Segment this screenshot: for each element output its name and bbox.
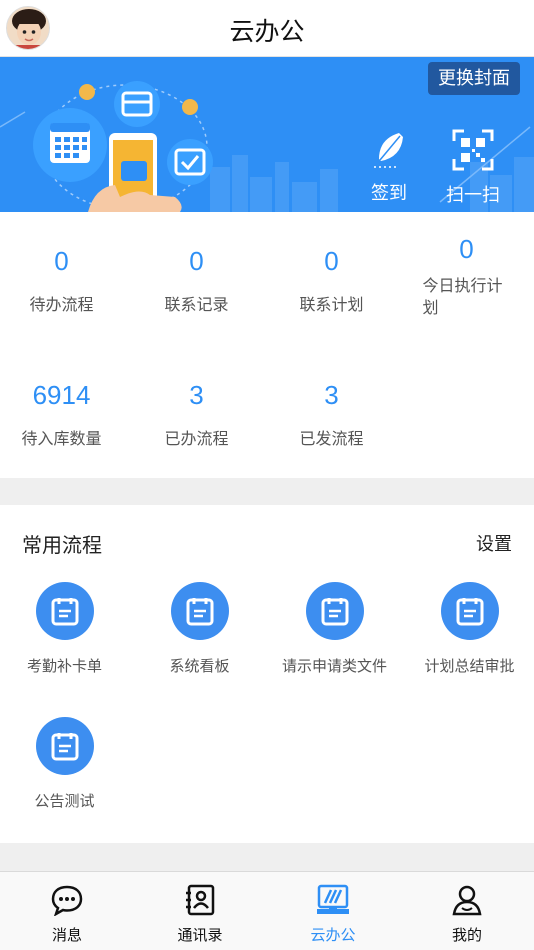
scan-label: 扫一扫 bbox=[446, 185, 500, 206]
stat-value: 0 bbox=[459, 234, 474, 264]
tab-mine[interactable]: 我的 bbox=[417, 884, 517, 945]
stat-sent-flow[interactable]: 3 已发流程 bbox=[265, 380, 398, 449]
checkin-label: 签到 bbox=[371, 183, 407, 204]
tab-messages[interactable]: 消息 bbox=[17, 884, 117, 945]
bottom-tab-bar: 消息 通讯录 云办公 我的 bbox=[0, 871, 534, 950]
tab-label: 消息 bbox=[51, 926, 82, 944]
flow-label: 计划总结审批 bbox=[424, 657, 515, 675]
flow-item-attendance[interactable]: 考勤补卡单 bbox=[0, 582, 131, 676]
tab-contacts[interactable]: 通讯录 bbox=[150, 884, 250, 945]
stat-inbound-quantity[interactable]: 6914 待入库数量 bbox=[0, 380, 128, 449]
stat-label: 待办流程 bbox=[29, 295, 94, 314]
flow-item-dashboard[interactable]: 系统看板 bbox=[133, 582, 266, 676]
app-root: 云办公 更换封面 签到 扫一扫 0 待办流程 0 联系记录 0 联系计划 0 今… bbox=[0, 0, 534, 950]
stat-value: 3 bbox=[189, 380, 204, 410]
stat-label: 联系计划 bbox=[299, 295, 364, 314]
contacts-icon bbox=[186, 884, 215, 916]
office-monitor-icon bbox=[317, 884, 349, 914]
page-title: 云办公 bbox=[229, 17, 305, 46]
stat-value: 0 bbox=[324, 246, 339, 276]
stat-pending-flow[interactable]: 0 待办流程 bbox=[0, 246, 128, 315]
flow-item-announcement-test[interactable]: 公告测试 bbox=[0, 717, 131, 811]
tab-cloud-office[interactable]: 云办公 bbox=[283, 884, 383, 945]
stat-label: 待入库数量 bbox=[21, 429, 102, 448]
form-icon bbox=[35, 582, 94, 640]
stat-label: 联系记录 bbox=[164, 295, 229, 314]
flow-label: 考勤补卡单 bbox=[26, 657, 102, 675]
chat-bubble-icon bbox=[51, 885, 83, 917]
stat-today-plan[interactable]: 0 今日执行计划 bbox=[400, 234, 533, 319]
qr-scan-icon bbox=[452, 129, 494, 171]
flow-item-plan-approval[interactable]: 计划总结审批 bbox=[403, 582, 534, 676]
stat-done-flow[interactable]: 3 已办流程 bbox=[130, 380, 263, 449]
change-cover-button[interactable]: 更换封面 bbox=[428, 62, 520, 95]
flow-item-request-docs[interactable]: 请示申请类文件 bbox=[268, 582, 401, 676]
common-flows-section: 常用流程 设置 考勤补卡单 系统看板 请示申请类文件 计划总结审批 公告测试 bbox=[0, 505, 534, 843]
stat-label: 已发流程 bbox=[299, 429, 364, 448]
flow-label: 请示申请类文件 bbox=[281, 657, 387, 675]
stat-value: 0 bbox=[54, 246, 69, 276]
profile-icon bbox=[452, 885, 482, 916]
feather-icon bbox=[374, 133, 403, 168]
tab-label: 通讯录 bbox=[177, 926, 223, 944]
stat-value: 6914 bbox=[32, 380, 91, 410]
tab-label: 云办公 bbox=[310, 926, 356, 944]
flow-label: 系统看板 bbox=[169, 657, 230, 675]
stat-value: 3 bbox=[324, 380, 339, 410]
form-icon bbox=[170, 582, 229, 640]
top-bar: 云办公 bbox=[0, 0, 534, 57]
form-icon bbox=[305, 582, 364, 640]
form-icon bbox=[35, 717, 94, 775]
checkin-button[interactable]: 签到 bbox=[354, 129, 424, 205]
section-title: 常用流程 bbox=[22, 533, 102, 557]
stat-label: 今日执行计划 bbox=[422, 276, 503, 317]
stat-contact-records[interactable]: 0 联系记录 bbox=[130, 246, 263, 315]
stat-contact-plan[interactable]: 0 联系计划 bbox=[265, 246, 398, 315]
flow-label: 公告测试 bbox=[34, 792, 95, 810]
stats-panel: 0 待办流程 0 联系记录 0 联系计划 0 今日执行计划 6914 待入库数量… bbox=[0, 212, 534, 478]
scan-button[interactable]: 扫一扫 bbox=[438, 129, 508, 207]
form-icon bbox=[440, 582, 499, 640]
stat-label: 已办流程 bbox=[164, 429, 229, 448]
tab-label: 我的 bbox=[451, 926, 482, 944]
settings-link[interactable]: 设置 bbox=[476, 530, 512, 556]
cover-banner: 更换封面 签到 扫一扫 bbox=[0, 57, 534, 212]
stat-value: 0 bbox=[189, 246, 204, 276]
